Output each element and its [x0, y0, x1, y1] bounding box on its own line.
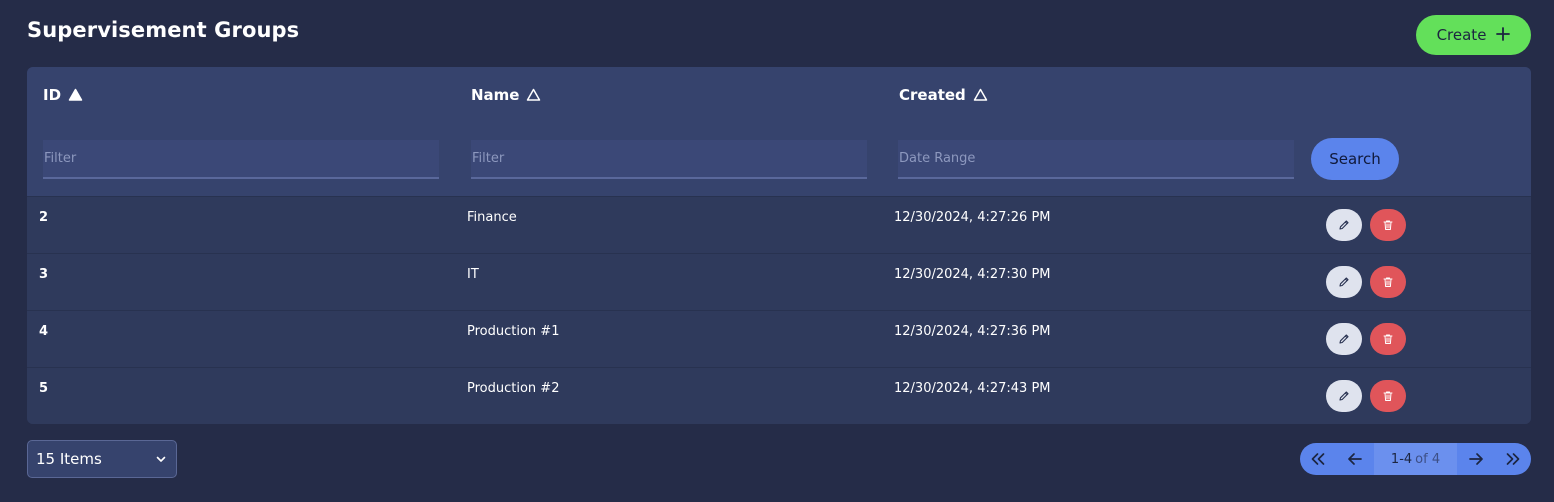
edit-button[interactable]: [1326, 380, 1362, 412]
arrow-left-icon: [1348, 453, 1363, 465]
column-header-id[interactable]: ID: [43, 86, 83, 104]
page-title: Supervisement Groups: [27, 18, 300, 42]
row-created: 12/30/2024, 4:27:26 PM: [894, 210, 1051, 225]
search-button[interactable]: Search: [1311, 138, 1399, 180]
row-id: 3: [39, 267, 49, 282]
delete-button[interactable]: [1370, 323, 1406, 355]
column-label-id: ID: [43, 86, 62, 104]
table-row: 2 Finance 12/30/2024, 4:27:26 PM: [27, 196, 1531, 253]
row-created: 12/30/2024, 4:27:30 PM: [894, 267, 1051, 282]
table-row: 3 IT 12/30/2024, 4:27:30 PM: [27, 253, 1531, 310]
row-name: Production #2: [467, 381, 560, 396]
date-range-filter-input[interactable]: [898, 140, 1294, 179]
create-button[interactable]: Create: [1416, 15, 1531, 55]
previous-page-button[interactable]: [1337, 443, 1374, 475]
next-page-button[interactable]: [1457, 443, 1494, 475]
last-page-button[interactable]: [1494, 443, 1531, 475]
page-indicator: 1-4 of 4: [1373, 443, 1458, 475]
trash-icon: [1383, 391, 1393, 401]
id-filter-input[interactable]: [43, 140, 439, 179]
table-row: 4 Production #1 12/30/2024, 4:27:36 PM: [27, 310, 1531, 367]
pagination: 1-4 of 4: [1300, 443, 1531, 475]
pencil-icon: [1339, 277, 1349, 287]
sort-ascending-icon: [68, 88, 83, 102]
row-created: 12/30/2024, 4:27:43 PM: [894, 381, 1051, 396]
row-name: Production #1: [467, 324, 560, 339]
table-header: ID Name Created Search: [27, 67, 1531, 196]
pencil-icon: [1339, 391, 1349, 401]
row-id: 2: [39, 210, 49, 225]
groups-table: ID Name Created Search 2 Finance 12/30/2…: [27, 67, 1531, 424]
first-page-button[interactable]: [1300, 443, 1337, 475]
row-name: IT: [467, 267, 479, 282]
table-row: 5 Production #2 12/30/2024, 4:27:43 PM: [27, 367, 1531, 424]
row-id: 5: [39, 381, 49, 396]
row-created: 12/30/2024, 4:27:36 PM: [894, 324, 1051, 339]
arrow-right-icon: [1468, 453, 1483, 465]
page-total: of 4: [1415, 451, 1441, 467]
column-label-name: Name: [471, 86, 520, 104]
page-range: 1-4: [1390, 451, 1413, 467]
edit-button[interactable]: [1326, 266, 1362, 298]
edit-button[interactable]: [1326, 209, 1362, 241]
plus-icon: [1496, 24, 1511, 46]
pencil-icon: [1339, 220, 1349, 230]
delete-button[interactable]: [1370, 380, 1406, 412]
column-label-created: Created: [899, 86, 966, 104]
chevron-down-icon: [156, 456, 166, 462]
sort-unsorted-icon: [973, 88, 988, 102]
pencil-icon: [1339, 334, 1349, 344]
trash-icon: [1383, 334, 1393, 344]
name-filter-input[interactable]: [471, 140, 867, 179]
sort-unsorted-icon: [526, 88, 541, 102]
double-chevron-right-icon: [1506, 453, 1519, 465]
create-button-label: Create: [1436, 26, 1487, 44]
column-header-name[interactable]: Name: [471, 86, 541, 104]
items-per-page-select[interactable]: 15 Items: [27, 440, 177, 478]
row-name: Finance: [467, 210, 517, 225]
column-header-created[interactable]: Created: [899, 86, 988, 104]
delete-button[interactable]: [1370, 266, 1406, 298]
items-per-page-value: 15 Items: [36, 450, 102, 468]
double-chevron-left-icon: [1312, 453, 1325, 465]
delete-button[interactable]: [1370, 209, 1406, 241]
row-id: 4: [39, 324, 49, 339]
trash-icon: [1383, 277, 1393, 287]
edit-button[interactable]: [1326, 323, 1362, 355]
trash-icon: [1383, 220, 1393, 230]
